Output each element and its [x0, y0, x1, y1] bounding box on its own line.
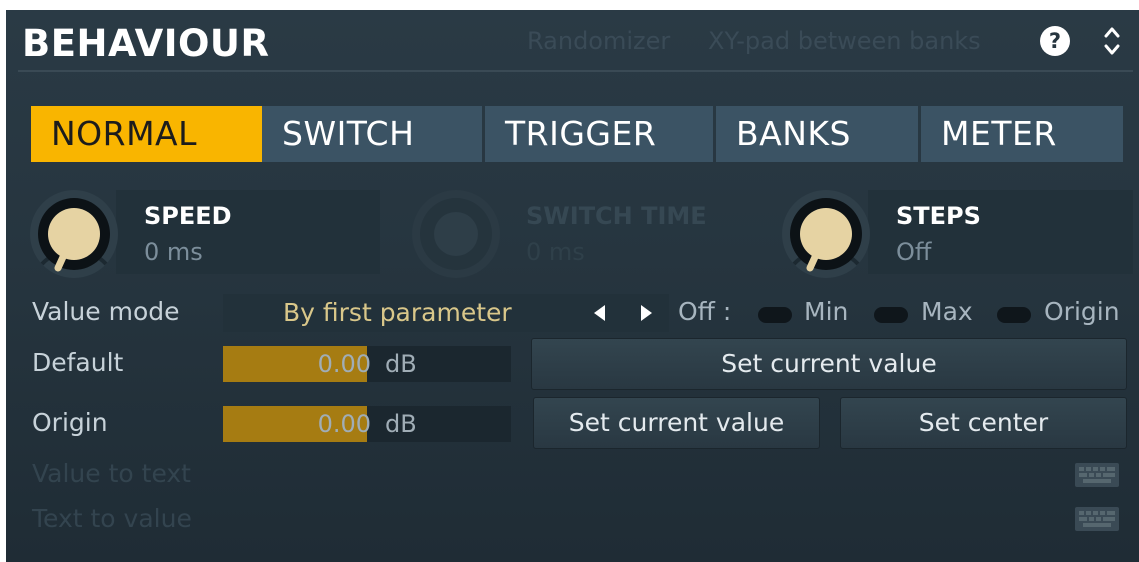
tab-meter[interactable]: METER — [921, 106, 1123, 162]
default-slider[interactable]: 0.00 dB — [223, 346, 511, 382]
tab-banks[interactable]: BANKS — [716, 106, 918, 162]
default-unit: dB — [385, 350, 417, 378]
value-mode-selector[interactable]: By first parameter — [223, 294, 669, 332]
collapse-chevrons-icon[interactable] — [1102, 22, 1122, 60]
default-value: 0.00 — [317, 350, 371, 378]
switch-time-value: 0 ms — [526, 238, 585, 266]
tab-trigger[interactable]: TRIGGER — [485, 106, 713, 162]
set-center-button[interactable]: Set center — [840, 397, 1127, 449]
max-label: Max — [921, 297, 973, 326]
max-toggle[interactable] — [874, 307, 908, 323]
off-label: Off : — [678, 297, 732, 326]
tab-normal[interactable]: NORMAL — [31, 106, 262, 162]
steps-value[interactable]: Off — [896, 238, 931, 266]
speed-value[interactable]: 0 ms — [144, 238, 203, 266]
randomizer-link[interactable]: Randomizer — [527, 27, 670, 55]
origin-slider[interactable]: 0.00 dB — [223, 406, 511, 442]
switch-time-label: SWITCH TIME — [526, 202, 707, 230]
help-icon[interactable]: ? — [1040, 26, 1070, 56]
origin-value: 0.00 — [317, 410, 371, 438]
default-label: Default — [32, 348, 124, 377]
next-arrow-icon[interactable] — [641, 305, 652, 321]
value-mode-label: Value mode — [32, 297, 180, 326]
tab-switch[interactable]: SWITCH — [262, 106, 482, 162]
behaviour-panel: BEHAVIOUR Randomizer XY-pad between bank… — [6, 10, 1139, 562]
origin-set-current-value-button[interactable]: Set current value — [533, 397, 820, 449]
speed-control: SPEED 0 ms — [6, 188, 380, 278]
text-to-value-label: Text to value — [32, 504, 192, 533]
steps-label: STEPS — [896, 202, 981, 230]
origin-toggle-label: Origin — [1044, 297, 1120, 326]
steps-knob[interactable] — [780, 188, 872, 280]
default-set-current-value-button[interactable]: Set current value — [531, 338, 1127, 390]
switch-time-knob — [412, 190, 500, 278]
keyboard-icon — [1075, 463, 1119, 487]
origin-label: Origin — [32, 408, 108, 437]
previous-arrow-icon[interactable] — [594, 305, 605, 321]
origin-toggle[interactable] — [997, 307, 1031, 323]
origin-unit: dB — [385, 410, 417, 438]
xy-pad-link[interactable]: XY-pad between banks — [708, 27, 981, 55]
steps-control: STEPS Off — [758, 188, 1133, 278]
speed-knob[interactable] — [28, 188, 120, 280]
header-divider — [18, 70, 1133, 72]
keyboard-icon — [1075, 507, 1119, 531]
value-mode-selected: By first parameter — [283, 298, 512, 327]
min-toggle[interactable] — [758, 307, 792, 323]
panel-title: BEHAVIOUR — [22, 22, 270, 65]
min-label: Min — [804, 297, 849, 326]
value-to-text-label: Value to text — [32, 459, 191, 488]
speed-label: SPEED — [144, 202, 232, 230]
switch-time-control: SWITCH TIME 0 ms — [388, 188, 762, 278]
